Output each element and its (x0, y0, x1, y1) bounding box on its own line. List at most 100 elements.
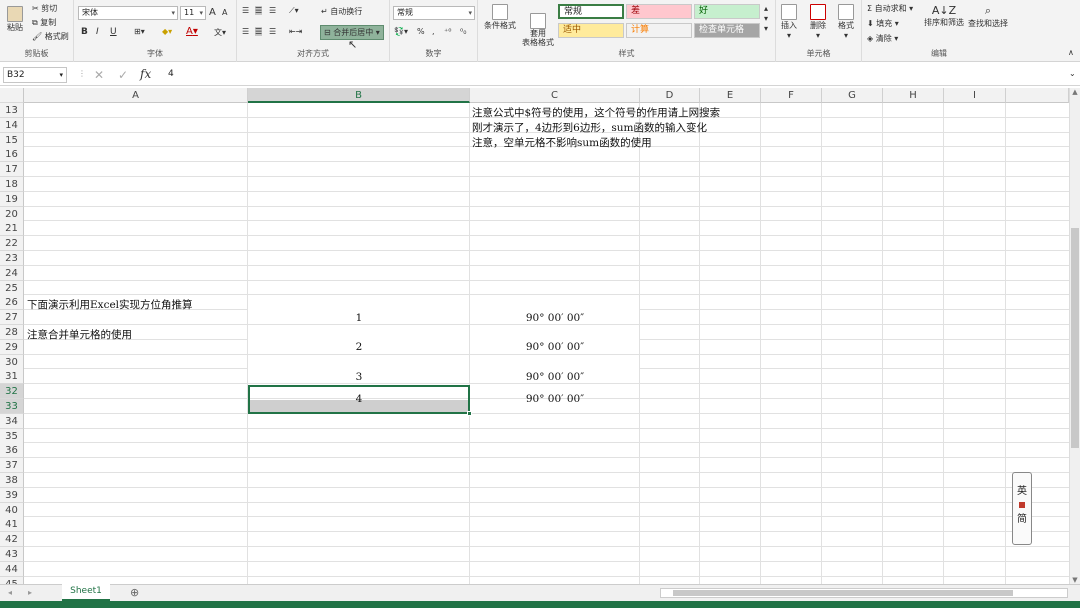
row-header-21[interactable]: 21 (0, 221, 24, 237)
row-header-13[interactable]: 13 (0, 103, 24, 118)
bold-button[interactable]: B (81, 27, 88, 37)
collapse-ribbon-icon[interactable]: ∧ (1068, 48, 1074, 57)
row-header-38[interactable]: 38 (0, 473, 24, 488)
row-header-32[interactable]: 32 (0, 384, 24, 400)
row-header-16[interactable]: 16 (0, 147, 24, 163)
cell-style-3[interactable]: 适中 (558, 23, 624, 38)
border-icon[interactable]: ⊞▾ (134, 27, 145, 36)
copy-button[interactable]: ⧉ 复制 (32, 17, 56, 28)
formula-content[interactable]: 4 (168, 67, 174, 81)
cell-c-value[interactable]: 90° 00′ 00″ (470, 393, 640, 405)
tab-next-icon[interactable]: ▸ (28, 588, 32, 597)
vertical-scrollbar[interactable]: ▲ ▼ (1069, 88, 1080, 584)
cell-c-value[interactable]: 90° 00′ 00″ (470, 341, 640, 355)
increase-decimal-icon[interactable]: ⁺⁰ (444, 27, 451, 36)
column-header-d[interactable]: D (640, 88, 700, 103)
indent-icon[interactable]: ⇤⇥ (289, 27, 302, 36)
format-painter-button[interactable]: 🖌 格式刷 (32, 31, 69, 42)
expand-formula-icon[interactable]: ⌄ (1069, 69, 1076, 78)
italic-button[interactable]: I (96, 27, 99, 37)
row-header-45[interactable]: 45 (0, 576, 24, 584)
underline-button[interactable]: U (110, 27, 117, 37)
hscroll-thumb[interactable] (673, 590, 1013, 596)
cell-style-0[interactable]: 常规 (558, 4, 624, 19)
font-color-button[interactable]: A▾ (186, 26, 198, 37)
align-left-icon[interactable]: ☰ (242, 27, 249, 36)
column-header-b[interactable]: B (248, 88, 470, 103)
cell-c-value[interactable]: 90° 00′ 00″ (470, 312, 640, 326)
cell-a26[interactable]: 下面演示利用Excel实现方位角推算 (27, 297, 193, 312)
cell-b-value[interactable]: 2 (248, 341, 470, 355)
row-header-27[interactable]: 27 (0, 310, 24, 326)
comma-button[interactable]: , (432, 27, 435, 36)
fill-color-icon[interactable]: ◆▾ (162, 27, 172, 36)
row-header-14[interactable]: 14 (0, 117, 24, 133)
currency-icon[interactable]: 💱▾ (394, 27, 408, 36)
row-header-18[interactable]: 18 (0, 177, 24, 192)
shrink-font-button[interactable]: A (222, 8, 227, 17)
row-header-39[interactable]: 39 (0, 487, 24, 503)
row-header-30[interactable]: 30 (0, 354, 24, 370)
column-header-g[interactable]: G (822, 88, 883, 103)
scroll-down-icon[interactable]: ▼ (1070, 576, 1080, 584)
paste-button[interactable]: 粘贴 (4, 6, 26, 33)
format-button[interactable]: 格式 ▾ (838, 4, 854, 40)
row-header-22[interactable]: 22 (0, 236, 24, 252)
row-header-37[interactable]: 37 (0, 458, 24, 474)
fill-handle[interactable] (467, 411, 472, 416)
row-header-44[interactable]: 44 (0, 561, 24, 577)
select-all-corner[interactable] (0, 88, 24, 103)
autosum-button[interactable]: Σ 自动求和 ▾ (867, 3, 913, 14)
name-box[interactable]: B32 ▾ (3, 67, 67, 83)
cell-style-2[interactable]: 好 (694, 4, 760, 19)
wrap-text-button[interactable]: ↵ 自动换行 (321, 6, 362, 17)
column-header-h[interactable]: H (883, 88, 944, 103)
cancel-icon[interactable]: ✕ (94, 68, 104, 82)
find-select-button[interactable]: ⌕ 查找和选择 (968, 4, 1008, 29)
gallery-more-icon[interactable]: ▴ ▾ ▾ (764, 4, 768, 34)
add-sheet-icon[interactable]: ⊕ (130, 586, 139, 599)
row-header-41[interactable]: 41 (0, 517, 24, 533)
row-header-15[interactable]: 15 (0, 132, 24, 148)
cell-c13[interactable]: 注意公式中$符号的使用，这个符号的作用请上网搜索 (472, 105, 720, 120)
cell-c15[interactable]: 注意，空单元格不影响sum函数的使用 (472, 135, 652, 150)
row-header-19[interactable]: 19 (0, 191, 24, 207)
format-as-table-button[interactable]: 套用 表格格式 (520, 4, 556, 47)
row-header-20[interactable]: 20 (0, 206, 24, 222)
enter-icon[interactable]: ✓ (118, 68, 128, 82)
cell-c14[interactable]: 刚才演示了，4边形到6边形，sum函数的输入变化 (472, 120, 707, 135)
decrease-decimal-icon[interactable]: ⁰₀ (460, 27, 466, 36)
scroll-thumb[interactable] (1071, 228, 1079, 448)
column-header-c[interactable]: C (470, 88, 640, 103)
tab-sheet1[interactable]: Sheet1 (62, 584, 110, 601)
align-top-icon[interactable]: ☰ (242, 6, 249, 15)
row-header-33[interactable]: 33 (0, 399, 24, 414)
cell-b-value[interactable]: 3 (248, 371, 470, 385)
row-header-35[interactable]: 35 (0, 428, 24, 444)
row-header-42[interactable]: 42 (0, 532, 24, 548)
cell-a28[interactable]: 注意合并单元格的使用 (27, 327, 132, 342)
row-header-34[interactable]: 34 (0, 413, 24, 429)
orientation-icon[interactable]: ⟋▾ (289, 6, 299, 16)
align-bottom-icon[interactable]: ☰ (269, 6, 276, 15)
column-header-e[interactable]: E (700, 88, 761, 103)
align-middle-icon[interactable]: ☰ (255, 6, 263, 15)
column-header-f[interactable]: F (761, 88, 822, 103)
clear-button[interactable]: ◈ 清除 ▾ (867, 33, 898, 44)
delete-button[interactable]: 删除 ▾ (810, 4, 826, 40)
row-header-31[interactable]: 31 (0, 369, 24, 385)
phonetic-button[interactable]: 文▾ (214, 27, 226, 38)
row-header-25[interactable]: 25 (0, 280, 24, 296)
scroll-up-icon[interactable]: ▲ (1070, 88, 1080, 96)
row-header-24[interactable]: 24 (0, 265, 24, 281)
column-header-i[interactable]: I (944, 88, 1006, 103)
cell-style-4[interactable]: 计算 (626, 23, 692, 38)
row-header-29[interactable]: 29 (0, 339, 24, 355)
row-header-40[interactable]: 40 (0, 502, 24, 518)
row-header-17[interactable]: 17 (0, 162, 24, 178)
row-header-23[interactable]: 23 (0, 251, 24, 266)
cell-c-value[interactable]: 90° 00′ 00″ (470, 371, 640, 385)
insert-button[interactable]: 插入 ▾ (781, 4, 797, 40)
number-format-combo[interactable]: 常规 ▾ (393, 6, 475, 20)
horizontal-scrollbar[interactable] (660, 588, 1068, 598)
